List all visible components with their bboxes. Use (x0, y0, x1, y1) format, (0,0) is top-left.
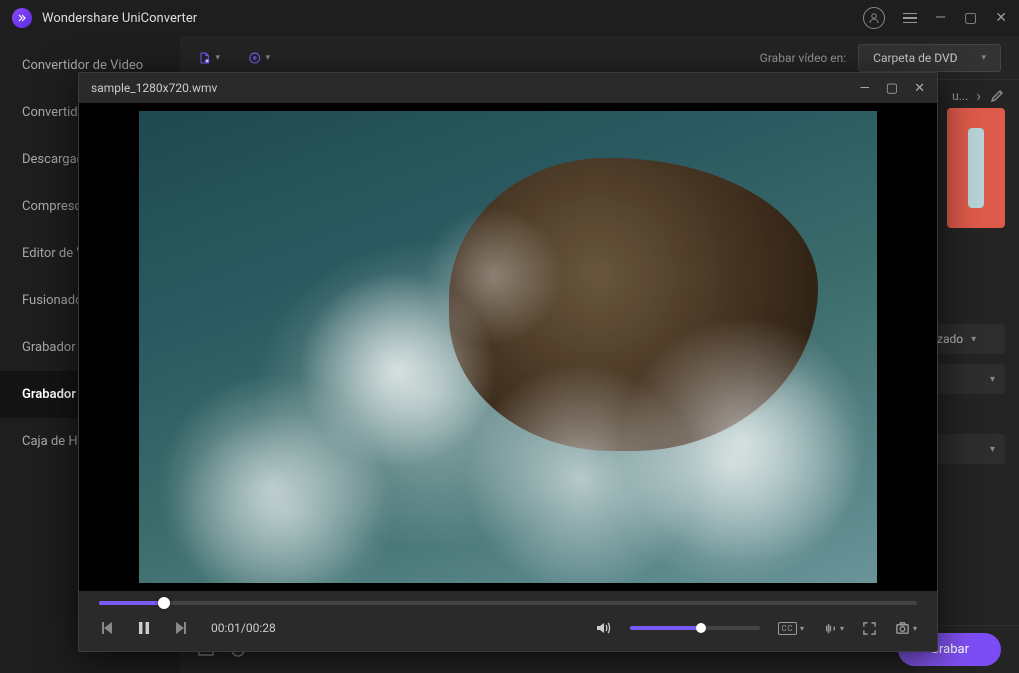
player-filename: sample_1280x720.wmv (91, 81, 217, 95)
player-titlebar: sample_1280x720.wmv — ▢ ✕ (79, 73, 937, 103)
option-row-3[interactable]: ▾ (927, 434, 1005, 464)
app-logo (12, 8, 32, 28)
chevron-down-icon: ▾ (990, 444, 995, 455)
volume-icon[interactable] (594, 619, 612, 637)
snapshot-button[interactable]: ▾ (895, 621, 917, 636)
edit-icon[interactable] (989, 88, 1005, 104)
add-disc-button[interactable]: ▾ (248, 47, 270, 69)
option-row-2[interactable]: ▾ (927, 364, 1005, 394)
next-frame-button[interactable] (171, 619, 189, 637)
subtitle-button[interactable]: CC▾ (778, 622, 804, 635)
fullscreen-button[interactable] (862, 621, 877, 636)
pause-button[interactable] (135, 619, 153, 637)
video-frame (139, 111, 877, 583)
option-row-1[interactable]: zado ▾ (927, 324, 1005, 354)
close-button[interactable]: ✕ (995, 10, 1007, 26)
account-icon[interactable] (863, 7, 885, 29)
add-file-button[interactable]: ▾ (198, 47, 220, 69)
option-value: zado (937, 332, 963, 346)
video-area[interactable] (79, 103, 937, 591)
timecode: 00:01/00:28 (211, 621, 276, 635)
destination-dropdown[interactable]: Carpeta de DVD ▾ (858, 44, 1001, 72)
player-controls: 00:01/00:28 CC▾ ▾ ▾ (79, 591, 937, 651)
current-time: 00:01 (211, 621, 241, 635)
app-title: Wondershare UniConverter (42, 11, 863, 26)
next-template-button[interactable]: › (976, 86, 981, 105)
chevron-down-icon: ▾ (990, 374, 995, 385)
chevron-down-icon: ▾ (265, 53, 270, 63)
duration: 00:28 (246, 621, 276, 635)
minimize-button[interactable]: — (935, 10, 946, 26)
player-close-button[interactable]: ✕ (914, 81, 925, 96)
maximize-button[interactable]: ▢ (964, 10, 977, 26)
titlebar: Wondershare UniConverter — ▢ ✕ (0, 0, 1019, 36)
audio-track-button[interactable]: ▾ (822, 621, 844, 636)
seek-bar[interactable] (99, 601, 917, 605)
chevron-down-icon: ▾ (971, 334, 976, 345)
chevron-down-icon: ▾ (981, 53, 986, 63)
template-thumbnail[interactable] (947, 108, 1005, 228)
chevron-down-icon: ▾ (215, 53, 220, 63)
volume-slider[interactable] (630, 626, 760, 630)
menu-icon[interactable] (903, 13, 917, 24)
destination-value: Carpeta de DVD (873, 51, 957, 65)
player-minimize-button[interactable]: — (860, 81, 870, 96)
record-to-label: Grabar vídeo en: (760, 51, 846, 65)
player-window: sample_1280x720.wmv — ▢ ✕ 0 (78, 72, 938, 652)
prev-frame-button[interactable] (99, 619, 117, 637)
template-label: u... (952, 89, 968, 103)
player-maximize-button[interactable]: ▢ (886, 81, 898, 96)
